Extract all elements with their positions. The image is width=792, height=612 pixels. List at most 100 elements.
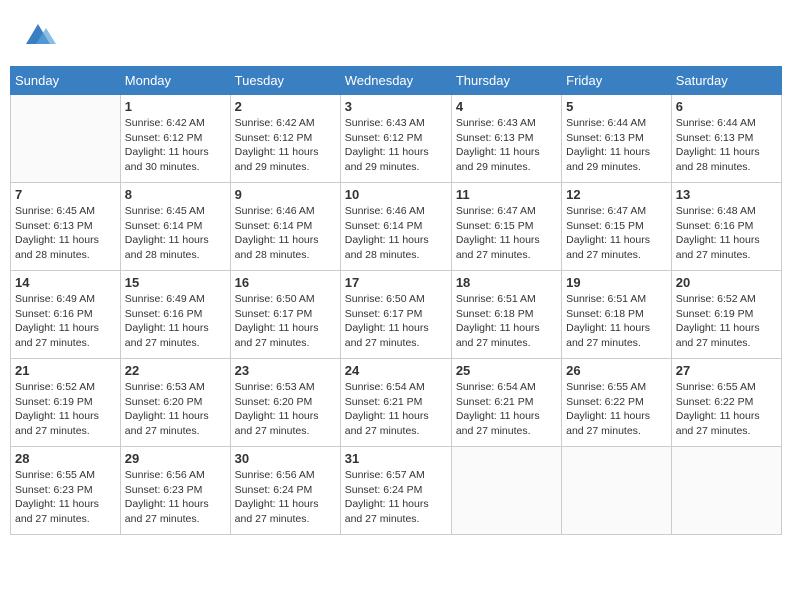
day-info: Sunrise: 6:45 AMSunset: 6:14 PMDaylight:… <box>125 204 226 263</box>
day-info: Sunrise: 6:53 AMSunset: 6:20 PMDaylight:… <box>235 380 336 439</box>
day-of-week-header: Sunday <box>11 67 121 95</box>
day-info: Sunrise: 6:55 AMSunset: 6:22 PMDaylight:… <box>676 380 777 439</box>
day-info: Sunrise: 6:47 AMSunset: 6:15 PMDaylight:… <box>456 204 557 263</box>
day-number: 3 <box>345 99 447 114</box>
calendar-cell: 24Sunrise: 6:54 AMSunset: 6:21 PMDayligh… <box>340 359 451 447</box>
day-number: 12 <box>566 187 667 202</box>
calendar-cell: 16 Sunrise: 6:50 AMSunset: 6:17 PMDayligh… <box>230 271 340 359</box>
calendar-cell: 10 Sunrise: 6:46 AMSunset: 6:14 PMDayligh… <box>340 183 451 271</box>
calendar-cell <box>11 95 121 183</box>
day-info: Sunrise: 6:50 AMSunset: 6:17 PMDaylight:… <box>235 292 336 351</box>
calendar-body: 1 Sunrise: 6:42 AMSunset: 6:12 PMDaylight… <box>11 95 782 535</box>
calendar-cell: 9 Sunrise: 6:46 AMSunset: 6:14 PMDaylight… <box>230 183 340 271</box>
day-info: Sunrise: 6:56 AMSunset: 6:24 PMDaylight:… <box>235 468 336 527</box>
calendar-week-row: 1 Sunrise: 6:42 AMSunset: 6:12 PMDaylight… <box>11 95 782 183</box>
day-of-week-header: Friday <box>562 67 672 95</box>
calendar-cell: 25 Sunrise: 6:54 AMSunset: 6:21 PMDayligh… <box>451 359 561 447</box>
day-info: Sunrise: 6:51 AMSunset: 6:18 PMDaylight:… <box>456 292 557 351</box>
day-info: Sunrise: 6:43 AMSunset: 6:13 PMDaylight:… <box>456 116 557 175</box>
calendar-cell: 2Sunrise: 6:42 AMSunset: 6:12 PMDaylight… <box>230 95 340 183</box>
day-info: Sunrise: 6:53 AMSunset: 6:20 PMDaylight:… <box>125 380 226 439</box>
calendar-week-row: 7 Sunrise: 6:45 AMSunset: 6:13 PMDaylight… <box>11 183 782 271</box>
day-info: Sunrise: 6:52 AMSunset: 6:19 PMDaylight:… <box>15 380 116 439</box>
day-number: 21 <box>15 363 116 378</box>
calendar-cell: 27 Sunrise: 6:55 AMSunset: 6:22 PMDayligh… <box>671 359 781 447</box>
day-info: Sunrise: 6:42 AMSunset: 6:12 PMDaylight:… <box>235 116 336 175</box>
day-info: Sunrise: 6:42 AMSunset: 6:12 PMDaylight:… <box>125 116 226 175</box>
day-info: Sunrise: 6:49 AMSunset: 6:16 PMDaylight:… <box>125 292 226 351</box>
logo <box>18 14 62 56</box>
day-info: Sunrise: 6:44 AMSunset: 6:13 PMDaylight:… <box>676 116 777 175</box>
calendar-cell: 17 Sunrise: 6:50 AMSunset: 6:17 PMDayligh… <box>340 271 451 359</box>
calendar-cell: 15Sunrise: 6:49 AMSunset: 6:16 PMDayligh… <box>120 271 230 359</box>
day-number: 17 <box>345 275 447 290</box>
calendar-cell: 20 Sunrise: 6:52 AMSunset: 6:19 PMDayligh… <box>671 271 781 359</box>
day-info: Sunrise: 6:47 AMSunset: 6:15 PMDaylight:… <box>566 204 667 263</box>
calendar-cell: 4 Sunrise: 6:43 AMSunset: 6:13 PMDaylight… <box>451 95 561 183</box>
day-info: Sunrise: 6:50 AMSunset: 6:17 PMDaylight:… <box>345 292 447 351</box>
day-number: 20 <box>676 275 777 290</box>
day-number: 27 <box>676 363 777 378</box>
day-of-week-header: Wednesday <box>340 67 451 95</box>
calendar-week-row: 28Sunrise: 6:55 AMSunset: 6:23 PMDayligh… <box>11 447 782 535</box>
calendar-cell: 12 Sunrise: 6:47 AMSunset: 6:15 PMDayligh… <box>562 183 672 271</box>
day-info: Sunrise: 6:52 AMSunset: 6:19 PMDaylight:… <box>676 292 777 351</box>
day-of-week-header: Saturday <box>671 67 781 95</box>
calendar-cell: 8 Sunrise: 6:45 AMSunset: 6:14 PMDaylight… <box>120 183 230 271</box>
logo-icon <box>18 14 60 56</box>
day-info: Sunrise: 6:43 AMSunset: 6:12 PMDaylight:… <box>345 116 447 175</box>
calendar-cell: 23 Sunrise: 6:53 AMSunset: 6:20 PMDayligh… <box>230 359 340 447</box>
calendar-cell <box>451 447 561 535</box>
calendar-cell: 13 Sunrise: 6:48 AMSunset: 6:16 PMDayligh… <box>671 183 781 271</box>
calendar-cell: 26Sunrise: 6:55 AMSunset: 6:22 PMDayligh… <box>562 359 672 447</box>
calendar-cell: 28Sunrise: 6:55 AMSunset: 6:23 PMDayligh… <box>11 447 121 535</box>
page-header <box>10 10 782 60</box>
day-number: 7 <box>15 187 116 202</box>
day-number: 22 <box>125 363 226 378</box>
day-of-week-header: Monday <box>120 67 230 95</box>
day-number: 23 <box>235 363 336 378</box>
calendar-cell <box>671 447 781 535</box>
day-number: 1 <box>125 99 226 114</box>
day-info: Sunrise: 6:56 AMSunset: 6:23 PMDaylight:… <box>125 468 226 527</box>
calendar-cell: 1 Sunrise: 6:42 AMSunset: 6:12 PMDaylight… <box>120 95 230 183</box>
day-info: Sunrise: 6:51 AMSunset: 6:18 PMDaylight:… <box>566 292 667 351</box>
day-info: Sunrise: 6:54 AMSunset: 6:21 PMDaylight:… <box>456 380 557 439</box>
day-number: 29 <box>125 451 226 466</box>
calendar-cell: 11Sunrise: 6:47 AMSunset: 6:15 PMDayligh… <box>451 183 561 271</box>
calendar-cell: 6 Sunrise: 6:44 AMSunset: 6:13 PMDaylight… <box>671 95 781 183</box>
day-number: 16 <box>235 275 336 290</box>
day-info: Sunrise: 6:57 AMSunset: 6:24 PMDaylight:… <box>345 468 447 527</box>
day-number: 26 <box>566 363 667 378</box>
calendar-cell: 18 Sunrise: 6:51 AMSunset: 6:18 PMDayligh… <box>451 271 561 359</box>
day-info: Sunrise: 6:45 AMSunset: 6:13 PMDaylight:… <box>15 204 116 263</box>
day-number: 10 <box>345 187 447 202</box>
day-number: 13 <box>676 187 777 202</box>
calendar-cell: 3 Sunrise: 6:43 AMSunset: 6:12 PMDaylight… <box>340 95 451 183</box>
calendar-week-row: 21 Sunrise: 6:52 AMSunset: 6:19 PMDayligh… <box>11 359 782 447</box>
day-number: 25 <box>456 363 557 378</box>
day-info: Sunrise: 6:48 AMSunset: 6:16 PMDaylight:… <box>676 204 777 263</box>
day-number: 18 <box>456 275 557 290</box>
calendar-header: SundayMondayTuesdayWednesdayThursdayFrid… <box>11 67 782 95</box>
day-info: Sunrise: 6:54 AMSunset: 6:21 PMDaylight:… <box>345 380 447 439</box>
calendar-cell: 21 Sunrise: 6:52 AMSunset: 6:19 PMDayligh… <box>11 359 121 447</box>
calendar-header-row: SundayMondayTuesdayWednesdayThursdayFrid… <box>11 67 782 95</box>
day-info: Sunrise: 6:46 AMSunset: 6:14 PMDaylight:… <box>235 204 336 263</box>
day-info: Sunrise: 6:55 AMSunset: 6:23 PMDaylight:… <box>15 468 116 527</box>
day-number: 31 <box>345 451 447 466</box>
day-number: 14 <box>15 275 116 290</box>
day-number: 6 <box>676 99 777 114</box>
calendar-table: SundayMondayTuesdayWednesdayThursdayFrid… <box>10 66 782 535</box>
day-number: 4 <box>456 99 557 114</box>
calendar-cell: 5Sunrise: 6:44 AMSunset: 6:13 PMDaylight… <box>562 95 672 183</box>
day-info: Sunrise: 6:49 AMSunset: 6:16 PMDaylight:… <box>15 292 116 351</box>
day-info: Sunrise: 6:46 AMSunset: 6:14 PMDaylight:… <box>345 204 447 263</box>
calendar-cell: 14 Sunrise: 6:49 AMSunset: 6:16 PMDayligh… <box>11 271 121 359</box>
calendar-cell <box>562 447 672 535</box>
day-number: 9 <box>235 187 336 202</box>
calendar-cell: 7 Sunrise: 6:45 AMSunset: 6:13 PMDaylight… <box>11 183 121 271</box>
day-number: 8 <box>125 187 226 202</box>
day-info: Sunrise: 6:44 AMSunset: 6:13 PMDaylight:… <box>566 116 667 175</box>
calendar-week-row: 14 Sunrise: 6:49 AMSunset: 6:16 PMDayligh… <box>11 271 782 359</box>
